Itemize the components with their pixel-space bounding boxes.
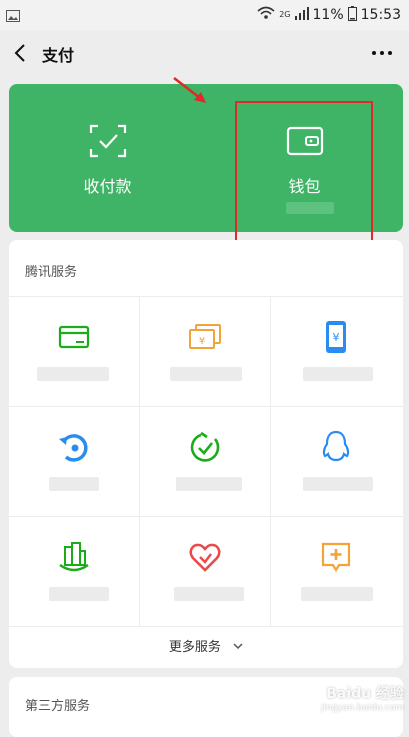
city-buildings-icon [59,542,89,572]
section-title-tencent: 腾讯服务 [25,265,78,280]
service-item[interactable] [9,517,140,627]
qq-penguin-icon [322,430,350,462]
clock: 15:53 [360,7,401,23]
more-services-label: 更多服务 [168,640,221,655]
payment-hero-panel: 收付款 钱包 [9,84,403,232]
money-transfer-icon: ¥ [189,324,221,349]
wallet-balance-blurred [286,202,334,214]
chevron-down-icon [233,640,243,655]
watermark-main: Baidu 经验 [326,686,404,702]
nav-bar: 支付 [0,30,409,76]
back-button[interactable] [10,42,32,64]
page-title: 支付 [42,46,75,65]
service-label-blurred [303,477,373,491]
service-item[interactable] [9,407,140,517]
service-label-blurred [174,587,244,601]
charity-heart-icon [189,543,221,572]
service-item[interactable]: ¥ [271,297,403,407]
service-item[interactable] [9,297,140,407]
service-label-blurred [301,587,373,601]
gallery-icon [6,7,20,26]
refresh-cycle-icon [59,434,88,462]
chevron-left-icon [14,44,25,62]
wifi-icon [257,6,275,24]
svg-text:¥: ¥ [333,331,340,344]
service-item[interactable] [140,407,271,517]
battery-icon [347,5,357,25]
wallet-label: 钱包 [288,177,321,196]
service-label-blurred [37,367,109,381]
services-grid: ¥ ¥ [9,296,403,627]
service-item[interactable]: ¥ [140,297,271,407]
wallet-button[interactable]: 钱包 [206,84,403,232]
more-services-button[interactable]: 更多服务 [9,636,403,662]
wallet-icon [286,126,324,156]
service-label-blurred [170,367,242,381]
signal-icon [294,6,309,24]
tencent-services-card: 腾讯服务 ¥ ¥ 更多服务 [9,240,403,668]
phone-topup-icon: ¥ [326,321,346,353]
service-label-blurred [49,587,109,601]
receive-pay-button[interactable]: 收付款 [9,84,206,232]
medical-chat-icon [321,542,351,573]
receive-pay-label: 收付款 [83,177,132,196]
service-item[interactable] [271,407,403,517]
network-label: 2G [279,10,291,19]
more-button[interactable] [369,43,395,63]
scan-pay-icon [89,124,127,158]
service-item[interactable] [140,517,271,627]
baidu-watermark: Baidu 经验 jingyan.baidu.com [294,683,404,723]
battery-percent: 11% [312,7,344,23]
service-label-blurred [176,477,242,491]
svg-text:¥: ¥ [199,336,205,347]
watermark-sub: jingyan.baidu.com [320,703,404,713]
check-leaf-icon [190,431,220,462]
service-label-blurred [303,367,373,381]
ellipsis-icon [372,51,392,55]
service-item[interactable] [271,517,403,627]
service-label-blurred [49,477,99,491]
status-bar: 2G 11% 15:53 [0,0,409,30]
status-indicators: 2G 11% 15:53 [257,5,401,25]
section-title-third-party: 第三方服务 [25,699,91,714]
card-icon [58,325,90,349]
